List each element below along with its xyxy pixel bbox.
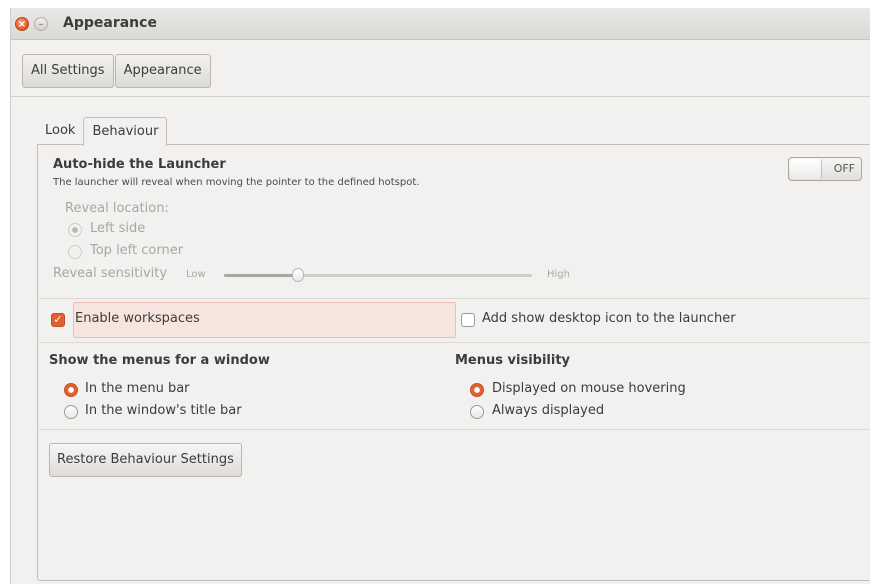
menus-title: Show the menus for a window bbox=[49, 353, 270, 368]
toolbar-divider bbox=[11, 96, 870, 97]
visibility-hover-radio[interactable] bbox=[470, 383, 484, 397]
reveal-location-label: Reveal location: bbox=[65, 201, 169, 216]
menus-menubar-radio[interactable] bbox=[64, 383, 78, 397]
menus-titlebar-radio[interactable] bbox=[64, 405, 78, 419]
toggle-knob bbox=[790, 159, 822, 179]
visibility-always-radio[interactable] bbox=[470, 405, 484, 419]
workspaces-label: Enable workspaces bbox=[75, 311, 200, 326]
toggle-state-label: OFF bbox=[833, 162, 855, 175]
reveal-left-side-radio[interactable] bbox=[68, 223, 82, 237]
visibility-title: Menus visibility bbox=[455, 353, 571, 368]
autohide-title: Auto-hide the Launcher bbox=[53, 157, 226, 172]
title-bar: × – Appearance bbox=[11, 8, 870, 40]
sensitivity-slider-knob[interactable] bbox=[291, 268, 304, 282]
sensitivity-high-label: High bbox=[547, 269, 570, 280]
minimize-icon[interactable]: – bbox=[34, 17, 48, 31]
menus-titlebar-label: In the window's title bar bbox=[85, 403, 242, 418]
workspaces-checkbox[interactable]: ✓ bbox=[51, 313, 65, 327]
section-divider bbox=[39, 342, 870, 343]
section-divider bbox=[39, 298, 870, 299]
autohide-toggle[interactable]: OFF bbox=[788, 157, 862, 181]
sensitivity-slider-fill bbox=[224, 274, 298, 277]
breadcrumb-all-settings[interactable]: All Settings bbox=[22, 54, 114, 88]
autohide-description: The launcher will reveal when moving the… bbox=[53, 177, 420, 188]
tab-behaviour[interactable]: Behaviour bbox=[83, 117, 168, 146]
window-title: Appearance bbox=[63, 15, 157, 31]
reveal-sensitivity-label: Reveal sensitivity bbox=[53, 266, 168, 281]
behaviour-panel: Auto-hide the Launcher The launcher will… bbox=[37, 144, 870, 581]
appearance-window: × – Appearance All Settings Appearance L… bbox=[10, 8, 870, 584]
visibility-hover-label: Displayed on mouse hovering bbox=[492, 381, 686, 396]
tab-bar: Look Behaviour bbox=[37, 117, 168, 146]
sensitivity-low-label: Low bbox=[186, 269, 206, 280]
desktop-icon-label: Add show desktop icon to the launcher bbox=[482, 311, 736, 326]
reveal-top-left-label: Top left corner bbox=[90, 243, 184, 258]
menus-menubar-label: In the menu bar bbox=[85, 381, 190, 396]
close-icon[interactable]: × bbox=[15, 17, 29, 31]
breadcrumb-appearance[interactable]: Appearance bbox=[114, 54, 211, 88]
breadcrumb: All Settings Appearance bbox=[22, 54, 212, 88]
section-divider bbox=[39, 429, 870, 430]
restore-behaviour-button[interactable]: Restore Behaviour Settings bbox=[49, 443, 242, 477]
reveal-left-side-label: Left side bbox=[90, 221, 146, 236]
visibility-always-label: Always displayed bbox=[492, 403, 605, 418]
reveal-top-left-radio[interactable] bbox=[68, 245, 82, 259]
tab-look[interactable]: Look bbox=[37, 117, 83, 145]
desktop-icon-checkbox[interactable] bbox=[461, 313, 475, 327]
